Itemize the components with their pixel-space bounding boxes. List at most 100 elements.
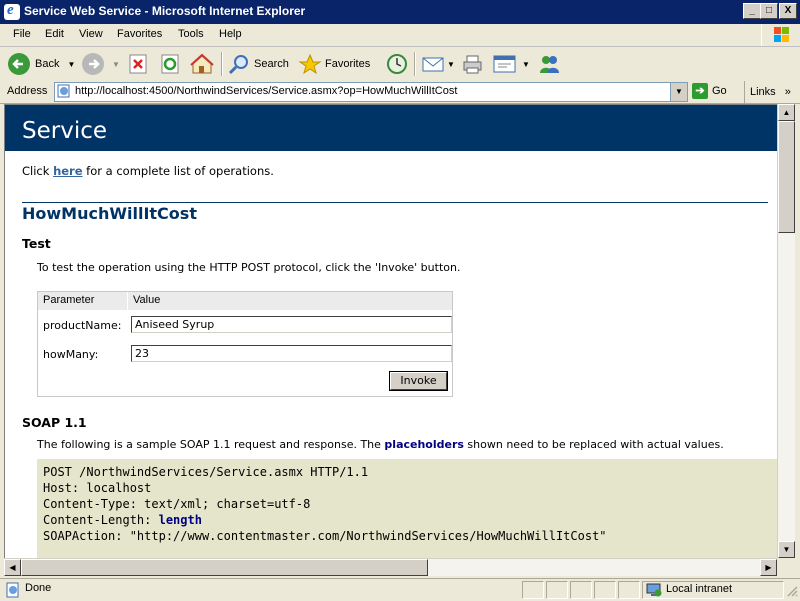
back-label: Back	[35, 58, 60, 70]
status-segment	[618, 581, 640, 599]
address-input[interactable]: http://localhost:4500/NorthwindServices/…	[54, 82, 688, 102]
go-label: Go	[712, 85, 727, 97]
param-label-productname: productName:	[43, 319, 122, 332]
menu-file[interactable]: File	[13, 28, 31, 40]
status-bar: Done Local intranet	[0, 578, 800, 601]
ie-logo-icon	[4, 2, 20, 20]
back-button[interactable]: Back ▼	[8, 51, 75, 77]
menu-help[interactable]: Help	[219, 28, 242, 40]
status-text: Done	[25, 582, 52, 594]
soap-desc-prefix: The following is a sample SOAP 1.1 reque…	[37, 438, 385, 451]
search-button[interactable]: Search	[227, 51, 289, 77]
intro-suffix: for a complete list of operations.	[82, 164, 274, 178]
address-url: http://localhost:4500/NorthwindServices/…	[75, 85, 458, 97]
scroll-right-icon[interactable]: ▶	[760, 559, 777, 576]
code-line: Content-Type: text/xml; charset=utf-8	[43, 497, 311, 511]
status-segment	[594, 581, 616, 599]
windows-logo-icon	[761, 24, 800, 46]
edit-button[interactable]: ▼	[492, 51, 530, 77]
toolbar-separator	[221, 52, 223, 76]
intro-text: Click here for a complete list of operat…	[22, 164, 274, 178]
browser-window: Service Web Service - Microsoft Internet…	[0, 0, 800, 601]
status-segment	[522, 581, 544, 599]
back-arrow-icon	[8, 53, 30, 75]
menu-tools[interactable]: Tools	[178, 28, 204, 40]
history-icon	[387, 54, 407, 74]
back-dropdown-icon[interactable]: ▼	[67, 60, 75, 69]
close-button[interactable]: X	[779, 3, 797, 19]
minimize-button[interactable]: _	[743, 3, 761, 19]
title-bar: Service Web Service - Microsoft Internet…	[0, 0, 800, 24]
divider	[22, 202, 768, 203]
forward-button[interactable]: ▼	[82, 51, 120, 77]
productname-input[interactable]: Aniseed Syrup	[131, 316, 452, 333]
search-label: Search	[254, 58, 289, 70]
favorites-star-icon	[298, 53, 322, 75]
status-segment	[570, 581, 592, 599]
status-segment	[546, 581, 568, 599]
refresh-button[interactable]	[160, 51, 180, 77]
menu-edit[interactable]: Edit	[45, 28, 64, 40]
page-heading-banner: Service	[5, 105, 778, 151]
scroll-corner	[777, 558, 794, 575]
menu-bar: File Edit View Favorites Tools Help	[0, 24, 800, 47]
maximize-button[interactable]: □	[760, 3, 778, 19]
col-value: Value	[133, 294, 161, 306]
refresh-icon	[161, 54, 179, 74]
param-label-howmany: howMany:	[43, 348, 99, 361]
mail-dropdown-icon[interactable]: ▼	[447, 60, 455, 69]
history-button[interactable]	[385, 51, 409, 77]
horizontal-scrollbar[interactable]: ◀ ▶	[4, 558, 777, 576]
intro-prefix: Click	[22, 164, 54, 178]
favorites-button[interactable]: Favorites	[298, 51, 370, 77]
invoke-button[interactable]: Invoke	[389, 371, 448, 391]
links-label: Links	[750, 86, 776, 98]
menu-favorites[interactable]: Favorites	[117, 28, 162, 40]
scroll-up-icon[interactable]: ▲	[778, 104, 795, 121]
home-icon	[190, 53, 214, 74]
mail-icon	[422, 57, 444, 72]
test-heading: Test	[22, 236, 51, 251]
code-text: Content-Length:	[43, 513, 159, 527]
home-button[interactable]	[190, 51, 214, 77]
soap-desc-bold: placeholders	[384, 438, 464, 451]
parameter-table: Parameter Value productName: Aniseed Syr…	[37, 291, 453, 397]
links-button[interactable]: Links »	[744, 81, 791, 103]
scroll-down-icon[interactable]: ▼	[778, 541, 795, 558]
links-chevron-icon: »	[784, 86, 791, 98]
messenger-button[interactable]	[538, 51, 562, 77]
operation-name: HowMuchWillItCost	[22, 204, 197, 223]
scroll-left-icon[interactable]: ◀	[4, 559, 21, 576]
soap-heading: SOAP 1.1	[22, 415, 87, 430]
security-zone: Local intranet	[642, 581, 784, 599]
menu-view[interactable]: View	[79, 28, 103, 40]
window-title: Service Web Service - Microsoft Internet…	[24, 4, 306, 18]
soap-sample-code: POST /NorthwindServices/Service.asmx HTT…	[37, 459, 778, 559]
search-icon	[228, 55, 248, 75]
forward-dropdown-icon[interactable]: ▼	[112, 60, 120, 69]
toolbar: Back ▼ ▼ Search Favorites ▼ ▼	[0, 47, 800, 82]
mail-button[interactable]: ▼	[421, 51, 455, 77]
favorites-label: Favorites	[325, 58, 371, 70]
soap-description: The following is a sample SOAP 1.1 reque…	[37, 438, 724, 451]
go-button[interactable]: ➔ Go	[692, 83, 727, 99]
code-line: Content-Length: length	[43, 513, 778, 529]
stop-button[interactable]	[128, 51, 148, 77]
toolbar-separator	[414, 52, 416, 76]
code-line: Host: localhost	[43, 481, 152, 495]
howmany-input[interactable]: 23	[131, 345, 452, 362]
forward-arrow-icon	[82, 53, 104, 75]
divider	[127, 292, 128, 310]
print-button[interactable]	[460, 51, 484, 77]
code-placeholder: length	[158, 513, 202, 527]
edit-dropdown-icon[interactable]: ▼	[522, 60, 530, 69]
horizontal-scroll-thumb[interactable]	[21, 559, 428, 576]
edit-page-icon	[493, 55, 516, 73]
vertical-scrollbar[interactable]: ▲ ▼	[777, 104, 795, 558]
address-dropdown-icon[interactable]: ▼	[670, 83, 687, 101]
vertical-scroll-thumb[interactable]	[778, 121, 795, 233]
resize-grip-icon[interactable]	[786, 585, 798, 597]
operations-list-link[interactable]: here	[53, 164, 82, 178]
local-intranet-icon	[646, 583, 662, 597]
test-description: To test the operation using the HTTP POS…	[37, 261, 461, 274]
